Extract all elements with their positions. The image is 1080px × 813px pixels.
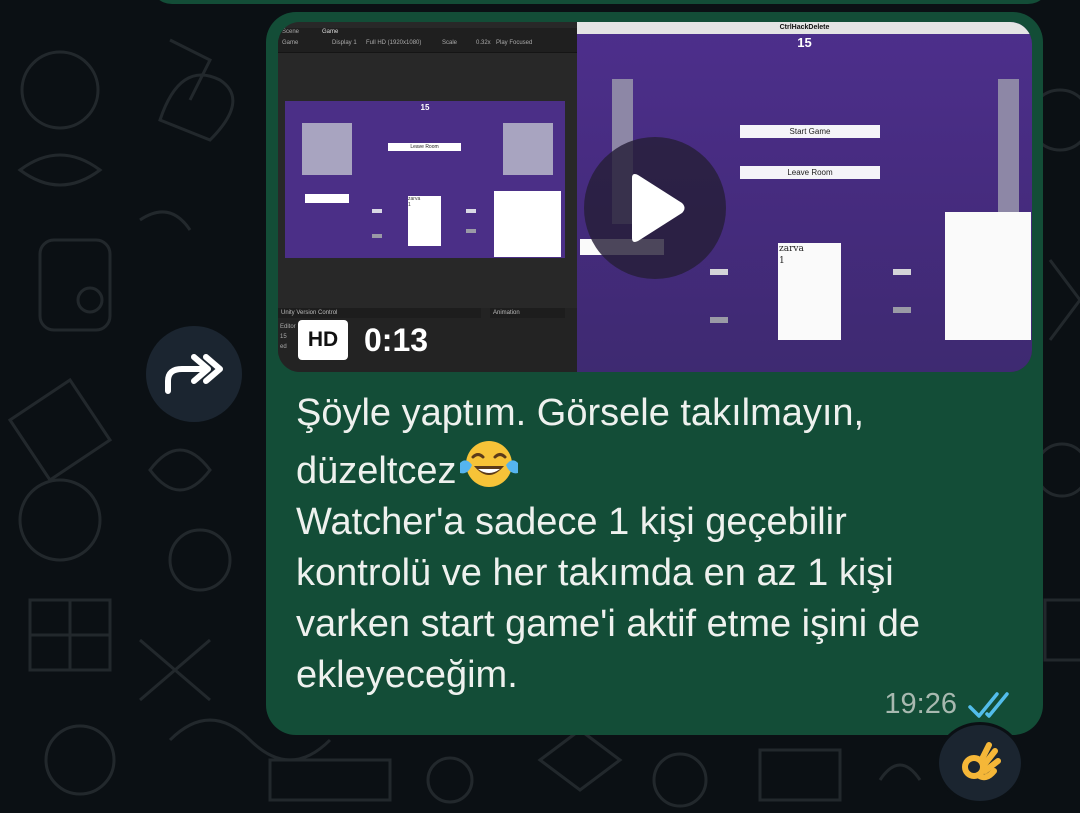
preview-box-right bbox=[503, 123, 553, 175]
hd-badge: HD bbox=[298, 320, 348, 360]
message-meta: 19:26 bbox=[884, 688, 1017, 721]
message-line-2: düzeltcez bbox=[296, 439, 1031, 497]
right-panel bbox=[945, 212, 1031, 340]
arrow-button-left-top[interactable] bbox=[710, 269, 728, 275]
message-line-1: Şöyle yaptım. Görsele takılmayın, bbox=[296, 392, 865, 434]
preview-arrow-3 bbox=[466, 209, 476, 213]
arrow-button-right-bottom[interactable] bbox=[893, 307, 911, 313]
tab-game: Game bbox=[322, 29, 339, 35]
game-view-preview: 15 Leave Room zarva 1 bbox=[285, 101, 565, 258]
preview-panel-right bbox=[494, 191, 561, 257]
play-icon bbox=[632, 174, 685, 242]
video-duration: 0:13 bbox=[364, 322, 429, 358]
ok-hand-emoji-icon bbox=[962, 742, 1001, 781]
side-label-1: Editor bbox=[280, 324, 296, 330]
preview-player-list: zarva 1 bbox=[408, 196, 441, 246]
tab-scene: Scene bbox=[282, 29, 300, 35]
animation-panel: Animation bbox=[490, 308, 565, 318]
play-button[interactable] bbox=[584, 137, 726, 279]
arrow-button-left-bottom[interactable] bbox=[710, 317, 728, 323]
message-time: 19:26 bbox=[884, 688, 957, 720]
forward-button[interactable] bbox=[146, 326, 242, 422]
previous-message-bubble bbox=[150, 0, 1050, 4]
message-line-5: varken start game'i aktif etme işini de bbox=[296, 603, 920, 645]
message-line-3: Watcher'a sadece 1 kişi geçebilir bbox=[296, 501, 847, 543]
face-with-tears-of-joy-icon bbox=[459, 441, 518, 487]
player-value: 1 bbox=[779, 256, 785, 266]
start-game-button[interactable]: Start Game bbox=[740, 125, 880, 138]
player-list: zarva 1 bbox=[778, 243, 841, 340]
arrow-button-right-top[interactable] bbox=[893, 269, 911, 275]
game-window-title: CtrlHackDelete bbox=[577, 22, 1032, 34]
player-name: zarva bbox=[779, 244, 804, 254]
side-label-2: 15 bbox=[280, 334, 287, 340]
editor-side-labels: Editor 15 ed bbox=[280, 322, 296, 352]
display-select: Display 1 bbox=[332, 40, 357, 46]
video-thumbnail[interactable]: Scene Game Game Display 1 Full HD (1920x… bbox=[278, 22, 1032, 372]
version-control-panel: Unity Version Control bbox=[278, 308, 481, 318]
scale-value: 0.32x bbox=[476, 40, 491, 46]
preview-bar bbox=[305, 194, 349, 203]
double-check-read-icon bbox=[968, 691, 1009, 718]
forward-icon bbox=[165, 354, 223, 394]
display-mode: Game bbox=[282, 40, 299, 46]
preview-score: 15 bbox=[420, 103, 430, 112]
resolution-select: Full HD (1920x1080) bbox=[366, 40, 422, 46]
game-score: 15 bbox=[797, 35, 812, 50]
preview-arrow-2 bbox=[372, 234, 382, 238]
preview-player-value: 1 bbox=[408, 202, 411, 208]
scale-label: Scale bbox=[442, 40, 458, 46]
message-line-2-text: düzeltcez bbox=[296, 450, 457, 492]
editor-toolbar: Scene Game Game Display 1 Full HD (1920x… bbox=[278, 28, 577, 53]
preview-leave-button: Leave Room bbox=[388, 143, 461, 151]
preview-arrow-4 bbox=[466, 229, 476, 233]
leave-room-button[interactable]: Leave Room bbox=[740, 166, 880, 179]
right-pole bbox=[998, 79, 1019, 224]
message-bubble[interactable]: Scene Game Game Display 1 Full HD (1920x… bbox=[266, 12, 1043, 735]
reaction-badge[interactable] bbox=[936, 722, 1024, 804]
message-line-4: kontrolü ve her takımda en az 1 kişi bbox=[296, 552, 894, 594]
play-mode: Play Focused bbox=[496, 40, 533, 46]
message-text: Şöyle yaptım. Görsele takılmayın, düzelt… bbox=[296, 388, 1031, 701]
preview-arrow-1 bbox=[372, 209, 382, 213]
side-label-3: ed bbox=[280, 344, 287, 350]
preview-box-left bbox=[302, 123, 352, 175]
